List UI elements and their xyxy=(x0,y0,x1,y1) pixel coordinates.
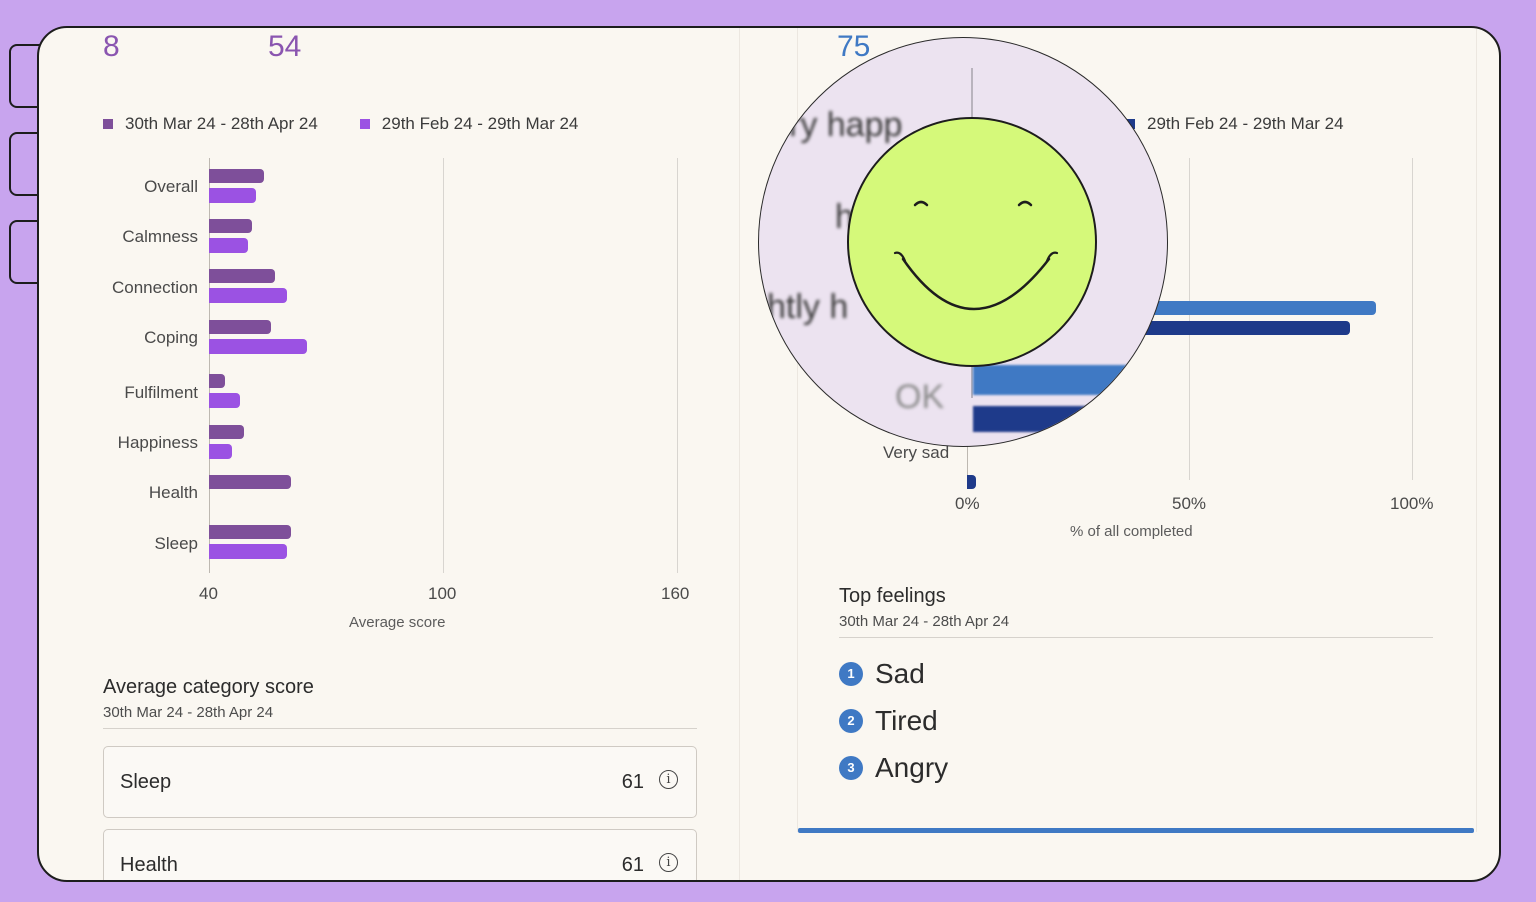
gridline xyxy=(443,158,444,573)
legend-swatch xyxy=(359,119,370,129)
chart-bar xyxy=(209,475,291,489)
info-icon[interactable]: i xyxy=(659,770,678,789)
magnified-bar xyxy=(973,365,1167,395)
x-tick-label: 100% xyxy=(1390,494,1434,513)
rank-badge: 2 xyxy=(839,709,863,733)
stat-value: 8 xyxy=(103,30,120,63)
chart-bar xyxy=(209,269,276,283)
legend-label: 30th Mar 24 - 28th Apr 24 xyxy=(125,114,318,133)
dashboard-card: 8 54 75 30th Mar 24 - 28th Apr 24 29th F… xyxy=(37,26,1501,882)
section-divider xyxy=(839,637,1433,638)
magnified-label: OK xyxy=(895,378,945,416)
section-subtitle: 30th Mar 24 - 28th Apr 24 xyxy=(839,613,1010,630)
smiley-face-icon xyxy=(847,117,1097,367)
legend-swatch xyxy=(103,119,113,129)
stat-value: 54 xyxy=(268,30,302,63)
x-axis-title: Average score xyxy=(349,614,446,631)
section-divider xyxy=(103,728,697,729)
section-subtitle: 30th Mar 24 - 28th Apr 24 xyxy=(103,704,274,721)
magnified-label: htly h xyxy=(767,288,849,326)
category-label: Sleep xyxy=(154,534,198,553)
category-score: 61 xyxy=(621,771,644,793)
category-label: Connection xyxy=(111,278,198,297)
rank-badge: 3 xyxy=(839,756,863,780)
feeling-label: Sad xyxy=(875,658,925,689)
category-score: 61 xyxy=(621,854,644,876)
chart-legend: 29th Feb 24 - 29th Mar 24 xyxy=(1125,114,1344,134)
x-tick-label: 100 xyxy=(428,584,457,603)
chart-bar xyxy=(209,288,287,303)
stat-value: 75 xyxy=(837,30,871,63)
panel-bottom-rule xyxy=(798,828,1474,833)
rank-badge: 1 xyxy=(839,662,863,686)
chart-bar xyxy=(209,393,241,408)
x-tick-label: 50% xyxy=(1172,494,1207,513)
gridline xyxy=(677,158,678,573)
x-axis-title: % of all completed xyxy=(1070,523,1193,540)
category-label: Fulfilment xyxy=(124,383,198,402)
category-label: Happiness xyxy=(117,433,198,452)
chart-bar xyxy=(209,525,291,539)
chart-bar xyxy=(209,219,252,233)
category-label: Overall xyxy=(144,177,198,196)
chart-bar xyxy=(209,169,264,183)
category-name: Sleep xyxy=(120,771,172,793)
category-score-card[interactable]: Health 61 i xyxy=(103,829,697,880)
chart-bar xyxy=(967,475,976,489)
gridline xyxy=(1412,158,1413,480)
chart-bar xyxy=(209,320,272,334)
category-label: Coping xyxy=(144,328,198,347)
gridline xyxy=(1189,158,1190,480)
chart-bar xyxy=(209,188,256,203)
chart-bar xyxy=(209,339,307,354)
section-title: Average category score xyxy=(103,676,314,698)
chart-bar xyxy=(209,374,225,388)
magnified-bar xyxy=(973,406,1167,432)
feeling-item: 3 Angry xyxy=(839,752,948,784)
category-label: Very sad xyxy=(883,443,950,462)
chart-bar xyxy=(209,444,233,459)
info-icon[interactable]: i xyxy=(659,853,678,872)
x-tick-label: 0% xyxy=(955,494,980,513)
feeling-item: 2 Tired xyxy=(839,705,938,737)
x-tick-label: 40 xyxy=(199,584,218,603)
section-title: Top feelings xyxy=(839,585,946,607)
legend-label: 29th Feb 24 - 29th Mar 24 xyxy=(381,114,579,133)
chart-bar xyxy=(209,238,248,253)
category-name: Health xyxy=(120,854,178,876)
category-label: Calmness xyxy=(122,227,198,246)
feeling-label: Tired xyxy=(875,705,938,736)
category-score-card[interactable]: Sleep 61 i xyxy=(103,746,697,818)
column-divider xyxy=(739,28,740,880)
legend-label: 29th Feb 24 - 29th Mar 24 xyxy=(1147,114,1344,133)
x-tick-label: 160 xyxy=(661,584,690,603)
chart-bar xyxy=(209,544,287,559)
feeling-item: 1 Sad xyxy=(839,658,925,690)
category-label: Health xyxy=(148,483,198,502)
chart-bar xyxy=(209,425,245,439)
feeling-label: Angry xyxy=(875,752,949,783)
chart-legend: 30th Mar 24 - 28th Apr 24 29th Feb 24 - … xyxy=(103,114,578,134)
